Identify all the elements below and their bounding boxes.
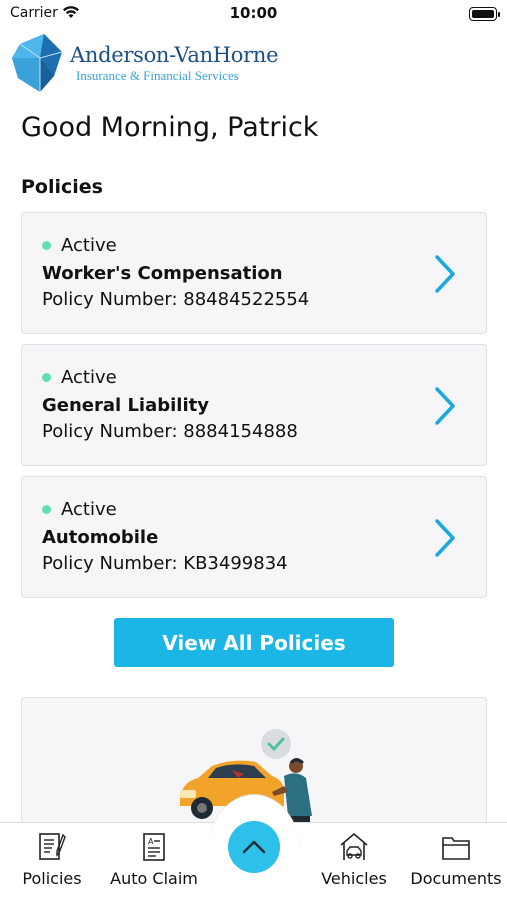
status-dot: [42, 505, 51, 514]
document-edit-icon: [39, 833, 66, 860]
tab-policies[interactable]: Policies: [16, 831, 88, 888]
tab-auto-claim[interactable]: A Auto Claim: [108, 831, 200, 888]
battery-icon: [469, 7, 500, 21]
greeting-heading: Good Morning, Patrick: [21, 112, 319, 143]
brand-tagline: Insurance & Financial Services: [76, 68, 239, 83]
tab-documents[interactable]: Documents: [408, 831, 504, 888]
company-logo: Anderson-VanHorne Insurance & Financial …: [10, 30, 310, 96]
clock: 10:00: [229, 4, 278, 22]
tab-label: Documents: [410, 869, 502, 888]
policy-status-label: Active: [61, 367, 117, 388]
policy-status: Active: [42, 499, 117, 520]
policy-number: Policy Number: 8884154888: [42, 421, 298, 442]
policy-card[interactable]: Active General Liability Policy Number: …: [21, 344, 487, 466]
policy-card[interactable]: Active Worker's Compensation Policy Numb…: [21, 212, 487, 334]
policy-name: General Liability: [42, 395, 209, 416]
status-dot: [42, 241, 51, 250]
chevron-right-icon[interactable]: [432, 385, 458, 427]
view-all-policies-button[interactable]: View All Policies: [114, 618, 394, 667]
folder-icon: [442, 837, 470, 860]
expand-menu-button[interactable]: [228, 821, 280, 873]
status-dot: [42, 373, 51, 382]
policy-number: Policy Number: 88484522554: [42, 289, 310, 310]
claim-form-icon: A: [143, 833, 165, 861]
policy-name: Worker's Compensation: [42, 263, 283, 284]
status-bar: Carrier 10:00: [0, 0, 507, 28]
policy-name: Automobile: [42, 527, 159, 548]
policy-card[interactable]: Active Automobile Policy Number: KB34998…: [21, 476, 487, 598]
policies-section-title: Policies: [21, 176, 103, 198]
chevron-right-icon[interactable]: [432, 253, 458, 295]
brand-name: Anderson-VanHorne: [70, 43, 279, 67]
tab-label: Auto Claim: [110, 869, 198, 888]
policy-status-label: Active: [61, 499, 117, 520]
chevron-right-icon[interactable]: [432, 517, 458, 559]
policy-status: Active: [42, 367, 117, 388]
garage-car-icon: [340, 832, 368, 860]
tab-label: Policies: [22, 869, 82, 888]
policy-status: Active: [42, 235, 117, 256]
policy-status-label: Active: [61, 235, 117, 256]
cube-logo-icon: [12, 34, 63, 92]
tab-label: Vehicles: [321, 869, 387, 888]
policy-number: Policy Number: KB3499834: [42, 553, 288, 574]
chevron-up-icon: [242, 840, 266, 854]
svg-text:A: A: [148, 837, 154, 846]
tab-vehicles[interactable]: Vehicles: [316, 831, 392, 888]
